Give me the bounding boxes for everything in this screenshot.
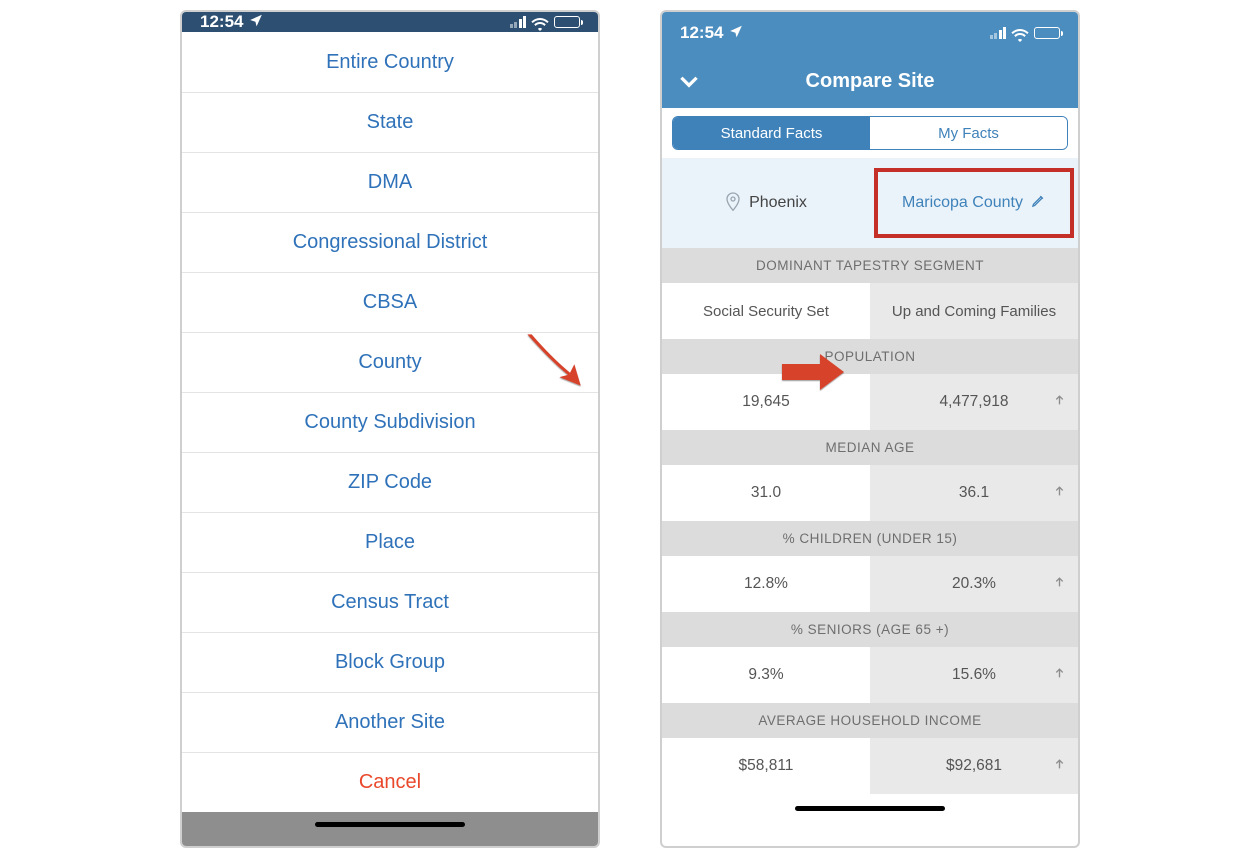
sheet-item-label: Another Site	[335, 711, 445, 734]
data-cell-right: $92,681	[870, 738, 1078, 794]
sheet-item-label: County Subdivision	[304, 411, 475, 434]
compare-right-site[interactable]: Maricopa County	[870, 158, 1078, 248]
sheet-item-cbsa[interactable]: CBSA	[182, 272, 598, 332]
section-label: AVERAGE HOUSEHOLD INCOME	[662, 703, 1078, 738]
compare-left-site: Phoenix	[662, 158, 870, 248]
nav-bar: Compare Site	[662, 54, 1078, 108]
site-name-label: Phoenix	[749, 194, 807, 212]
section-label: % SENIORS (AGE 65 +)	[662, 612, 1078, 647]
geography-level-sheet: Entire Country State DMA Congressional D…	[182, 32, 598, 846]
data-cell-left: 12.8%	[662, 556, 870, 612]
signal-icon	[510, 16, 527, 28]
sheet-item-label: Block Group	[335, 651, 445, 674]
status-bar: 12:54	[182, 12, 598, 32]
data-cell-right: 20.3%	[870, 556, 1078, 612]
section-label: MEDIAN AGE	[662, 430, 1078, 465]
sheet-item-zip-code[interactable]: ZIP Code	[182, 452, 598, 512]
sheet-item-label: CBSA	[363, 291, 417, 314]
arrow-up-icon	[1053, 575, 1066, 594]
data-row: Social Security Set Up and Coming Famili…	[662, 283, 1078, 339]
arrow-up-icon	[1053, 484, 1066, 503]
sheet-item-census-tract[interactable]: Census Tract	[182, 572, 598, 632]
data-cell-right: 15.6%	[870, 647, 1078, 703]
battery-icon	[1034, 27, 1060, 39]
sheet-item-label: DMA	[368, 171, 412, 194]
data-cell-left: 9.3%	[662, 647, 870, 703]
value-label: 15.6%	[952, 666, 996, 684]
data-row: $58,811 $92,681	[662, 738, 1078, 794]
status-time: 12:54	[200, 12, 243, 32]
wifi-icon	[1011, 27, 1029, 40]
site-name-label: Maricopa County	[902, 194, 1023, 212]
sheet-item-label: Entire Country	[326, 51, 454, 74]
data-cell-left: 31.0	[662, 465, 870, 521]
arrow-up-icon	[1053, 666, 1066, 685]
sheet-item-label: Census Tract	[331, 591, 449, 614]
tab-standard-facts[interactable]: Standard Facts	[673, 117, 870, 149]
sheet-item-label: State	[367, 111, 414, 134]
value-label: 36.1	[959, 484, 989, 502]
compare-header-row: Phoenix Maricopa County	[662, 158, 1078, 248]
data-cell-right: 4,477,918	[870, 374, 1078, 430]
facts-segmented-control: Standard Facts My Facts	[672, 116, 1068, 150]
home-indicator-area	[182, 812, 598, 846]
phone-right-compare-site: 12:54 Compare Site Standar	[660, 10, 1080, 848]
status-time: 12:54	[680, 23, 723, 43]
home-indicator-area	[662, 794, 1078, 817]
section-label: POPULATION	[662, 339, 1078, 374]
page-title: Compare Site	[662, 70, 1078, 93]
segmented-control-wrap: Standard Facts My Facts	[662, 108, 1078, 158]
data-row: 31.0 36.1	[662, 465, 1078, 521]
section-label: % CHILDREN (UNDER 15)	[662, 521, 1078, 556]
sheet-item-entire-country[interactable]: Entire Country	[182, 32, 598, 92]
data-cell-left: $58,811	[662, 738, 870, 794]
sheet-item-congressional-district[interactable]: Congressional District	[182, 212, 598, 272]
data-cell-right: 36.1	[870, 465, 1078, 521]
value-label: 4,477,918	[940, 393, 1009, 411]
tab-my-facts[interactable]: My Facts	[870, 117, 1067, 149]
location-arrow-icon	[249, 12, 263, 32]
sheet-item-county[interactable]: County	[182, 332, 598, 392]
data-cell-left: 19,645	[662, 374, 870, 430]
signal-icon	[990, 27, 1007, 39]
arrow-up-icon	[1053, 393, 1066, 412]
location-arrow-icon	[729, 23, 743, 43]
sheet-item-place[interactable]: Place	[182, 512, 598, 572]
battery-icon	[554, 16, 580, 28]
home-indicator-icon	[795, 806, 945, 811]
wifi-icon	[531, 16, 549, 29]
status-bar: 12:54	[662, 12, 1078, 54]
phone-left-action-sheet: 12:54 Entire Country State DMA Congressi…	[180, 10, 600, 848]
sheet-item-another-site[interactable]: Another Site	[182, 692, 598, 752]
sheet-item-state[interactable]: State	[182, 92, 598, 152]
value-label: $92,681	[946, 757, 1002, 775]
sheet-item-dma[interactable]: DMA	[182, 152, 598, 212]
pin-icon	[725, 191, 741, 216]
tab-label: My Facts	[938, 125, 999, 142]
sheet-item-label: County	[358, 351, 421, 374]
data-cell-left: Social Security Set	[662, 283, 870, 339]
pencil-edit-icon[interactable]	[1031, 193, 1046, 213]
sheet-item-block-group[interactable]: Block Group	[182, 632, 598, 692]
sheet-cancel-button[interactable]: Cancel	[182, 752, 598, 812]
sheet-item-label: Place	[365, 531, 415, 554]
tab-label: Standard Facts	[721, 125, 823, 142]
data-cell-right: Up and Coming Families	[870, 283, 1078, 339]
data-row: 12.8% 20.3%	[662, 556, 1078, 612]
sheet-item-label: ZIP Code	[348, 471, 432, 494]
value-label: 20.3%	[952, 575, 996, 593]
sheet-cancel-label: Cancel	[359, 771, 421, 794]
section-label: DOMINANT TAPESTRY SEGMENT	[662, 248, 1078, 283]
data-row: 19,645 4,477,918	[662, 374, 1078, 430]
sheet-item-label: Congressional District	[293, 231, 488, 254]
close-chevron-down-icon[interactable]	[676, 68, 702, 94]
arrow-up-icon	[1053, 757, 1066, 776]
data-row: 9.3% 15.6%	[662, 647, 1078, 703]
sheet-item-county-subdivision[interactable]: County Subdivision	[182, 392, 598, 452]
home-indicator-icon	[315, 822, 465, 827]
